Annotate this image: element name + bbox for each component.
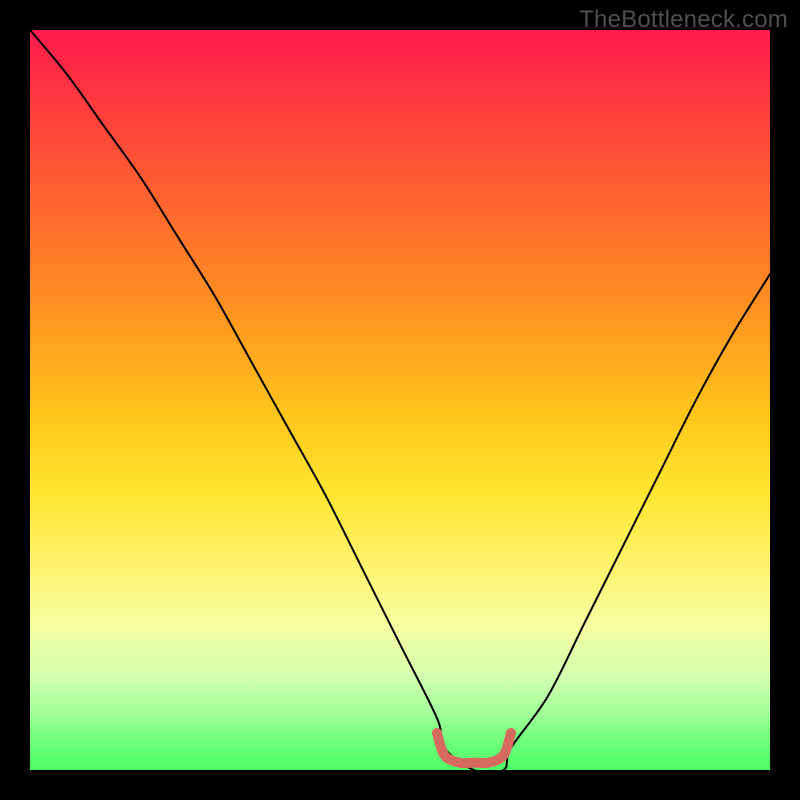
watermark-text: TheBottleneck.com: [579, 6, 788, 34]
plot-area: [30, 30, 770, 770]
chart-frame: TheBottleneck.com: [0, 0, 800, 800]
optimal-zone-path: [437, 733, 511, 763]
bottleneck-curve-path: [30, 30, 770, 770]
curve-layer: [30, 30, 770, 770]
